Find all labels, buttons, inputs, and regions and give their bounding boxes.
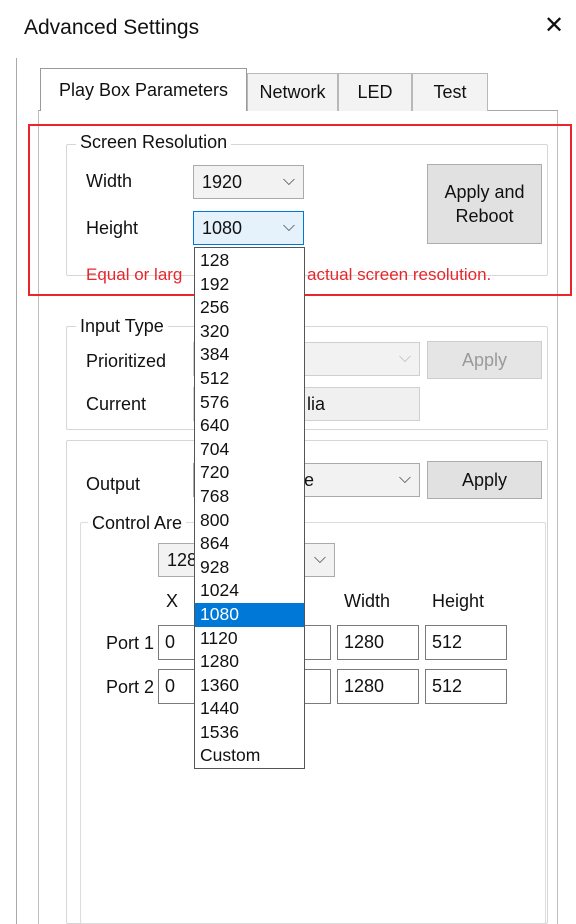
port-2-height-value: 512: [432, 676, 463, 696]
port-2-width-field[interactable]: 1280: [337, 669, 419, 704]
height-option[interactable]: 1280: [195, 650, 304, 674]
port-2-label: Port 2: [106, 677, 155, 697]
height-dropdown-list: 128 192 256 320 384 512 576 640 704 720 768 800 864 9…: [194, 247, 305, 770]
control-area-select-value: 128: [167, 549, 198, 570]
height-option[interactable]: 720: [195, 461, 304, 485]
height-option[interactable]: 928: [195, 556, 304, 580]
control-area-legend: Control Are: [88, 513, 187, 534]
height-option[interactable]: 768: [195, 485, 304, 509]
current-label: Current: [86, 394, 147, 414]
port-1-height-value: 512: [432, 632, 463, 652]
height-option[interactable]: 320: [195, 320, 304, 344]
height-option[interactable]: 384: [195, 343, 304, 367]
port-1-width-value: 1280: [344, 632, 385, 652]
column-width-label: Width: [344, 591, 391, 611]
column-height-label: Height: [432, 591, 485, 611]
height-option[interactable]: 1440: [195, 697, 304, 721]
height-option[interactable]: 704: [195, 438, 304, 462]
chevron-down-icon: ⌵: [398, 470, 411, 487]
height-option[interactable]: 1360: [195, 674, 304, 698]
prioritized-label: Prioritized: [86, 351, 167, 371]
output-label: Output: [86, 474, 141, 494]
height-option[interactable]: 1080: [195, 602, 304, 627]
height-option[interactable]: Custom: [195, 744, 304, 768]
height-option[interactable]: 864: [195, 532, 304, 556]
height-option[interactable]: 256: [195, 296, 304, 320]
close-icon[interactable]: ✕: [544, 14, 564, 38]
current-input-value: lia: [307, 393, 326, 414]
port-2-x-value: 0: [165, 676, 176, 696]
window-border: [16, 58, 17, 924]
port-2-width-value: 1280: [344, 676, 385, 696]
height-option[interactable]: 800: [195, 509, 304, 533]
control-area-group: [80, 522, 546, 924]
window-title: Advanced Settings: [24, 16, 200, 39]
column-x-label: X: [166, 591, 179, 611]
height-option[interactable]: 640: [195, 414, 304, 438]
port-1-x-value: 0: [165, 632, 176, 652]
height-option[interactable]: 1120: [195, 627, 304, 651]
port-1-height-field[interactable]: 512: [425, 625, 507, 660]
tab-network[interactable]: Network: [247, 73, 338, 111]
height-option[interactable]: 576: [195, 391, 304, 415]
chevron-down-icon: ⌵: [398, 349, 411, 366]
input-apply-button[interactable]: Apply: [427, 341, 542, 379]
output-select-value: e: [304, 469, 315, 490]
output-apply-button[interactable]: Apply: [427, 461, 542, 499]
height-option[interactable]: 128: [195, 249, 304, 273]
height-option[interactable]: 192: [195, 273, 304, 297]
input-type-legend: Input Type: [76, 316, 168, 337]
height-option[interactable]: 512: [195, 367, 304, 391]
tab-play-box-parameters[interactable]: Play Box Parameters: [40, 68, 247, 112]
port-2-height-field[interactable]: 512: [425, 669, 507, 704]
chevron-down-icon: ⌵: [313, 550, 326, 567]
port-1-label: Port 1: [106, 633, 155, 653]
port-1-width-field[interactable]: 1280: [337, 625, 419, 660]
tab-test[interactable]: Test: [412, 73, 488, 111]
tab-led[interactable]: LED: [338, 73, 412, 111]
height-option[interactable]: 1536: [195, 721, 304, 745]
height-option[interactable]: 1024: [195, 579, 304, 603]
